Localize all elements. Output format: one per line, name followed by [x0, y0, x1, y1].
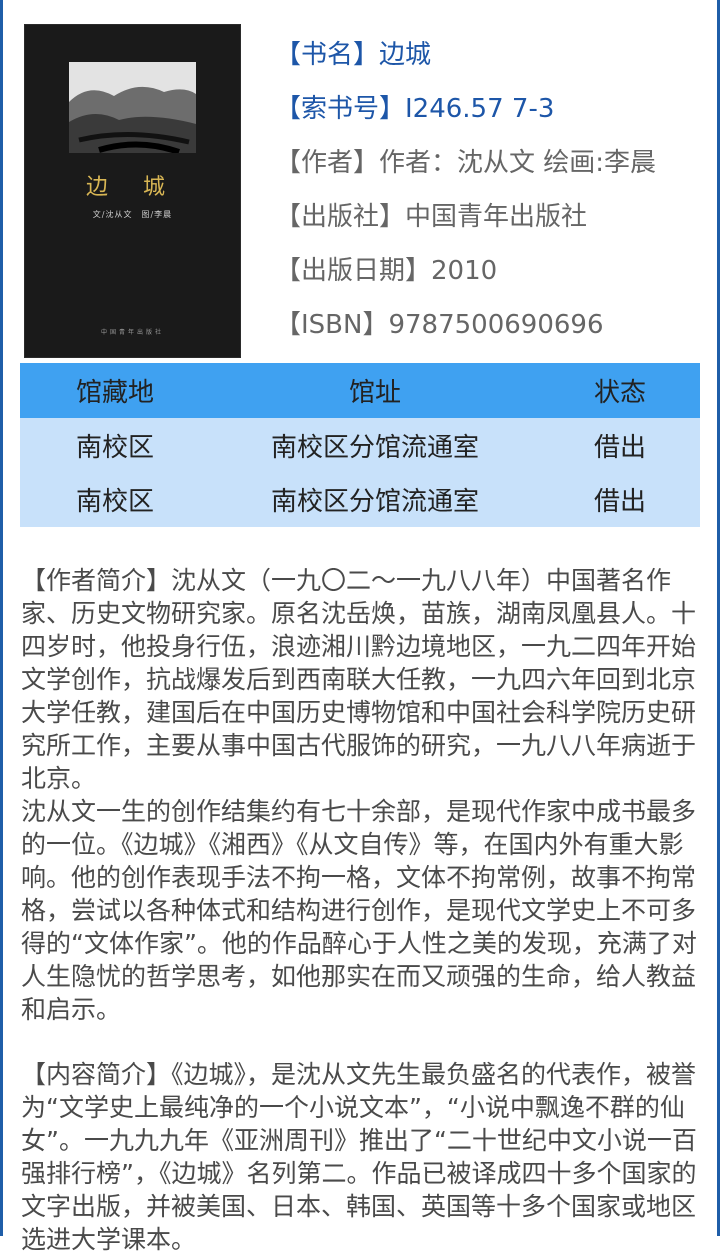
header-status: 状态 [593, 378, 646, 408]
cell-address: 南校区分馆流通室 [270, 432, 479, 463]
publication-date: 【出版日期】2010 [275, 256, 498, 286]
cell-location: 南校区 [75, 486, 154, 517]
cover-credit: 文/沈从文 图/李晨 [92, 210, 173, 219]
cell-location: 南校区 [75, 432, 154, 463]
author-intro-paragraph: 【作者简介】沈从文（一九〇二～一九八八年）中国著名作家、历史文物研究家。原名沈岳… [21, 566, 697, 793]
book-author: 【作者】作者：沈从文 绘画:李晨 [275, 148, 657, 178]
holdings-table: 馆藏地 馆址 状态 南校区 南校区分馆流通室 借出 南校区 南校区分馆流通室 借… [20, 363, 700, 527]
book-title: 【书名】边城 [275, 40, 432, 70]
cover-publisher: 中国青年出版社 [100, 329, 164, 336]
table-row[interactable]: 南校区 南校区分馆流通室 借出 [20, 472, 700, 526]
book-isbn: 【ISBN】9787500690696 [275, 310, 604, 340]
cover-landscape-photo [69, 62, 196, 153]
content-introduction: 【内容简介】《边城》，是沈从文先生最负盛名的代表作，被誉为“文学史上最纯净的一个… [21, 1058, 701, 1256]
author-intro-paragraph: 沈从文一生的创作结集约有七十余部，是现代作家中成书最多的一位。《边城》《湘西》《… [21, 797, 697, 1024]
book-publisher: 【出版社】中国青年出版社 [275, 202, 588, 232]
book-metadata: 【书名】边城 【索书号】I246.57 7-3 【作者】作者：沈从文 绘画:李晨… [275, 36, 705, 360]
header-location: 馆藏地 [75, 378, 154, 408]
header-address: 馆址 [348, 378, 401, 408]
cell-address: 南校区分馆流通室 [270, 486, 479, 517]
table-row[interactable]: 南校区 南校区分馆流通室 借出 [20, 418, 700, 472]
author-introduction: 【作者简介】沈从文（一九〇二～一九八八年）中国著名作家、历史文物研究家。原名沈岳… [21, 564, 701, 1026]
book-cover-image[interactable]: 边 城 文/沈从文 图/李晨 中国青年出版社 [24, 24, 241, 358]
cell-status: 借出 [593, 486, 646, 517]
cover-title: 边 城 [86, 175, 179, 200]
content-intro-paragraph: 【内容简介】《边城》，是沈从文先生最负盛名的代表作，被誉为“文学史上最纯净的一个… [21, 1060, 697, 1254]
call-number: 【索书号】I246.57 7-3 [275, 94, 555, 124]
cell-status: 借出 [593, 432, 646, 463]
holdings-header-row: 馆藏地 馆址 状态 [20, 363, 700, 418]
